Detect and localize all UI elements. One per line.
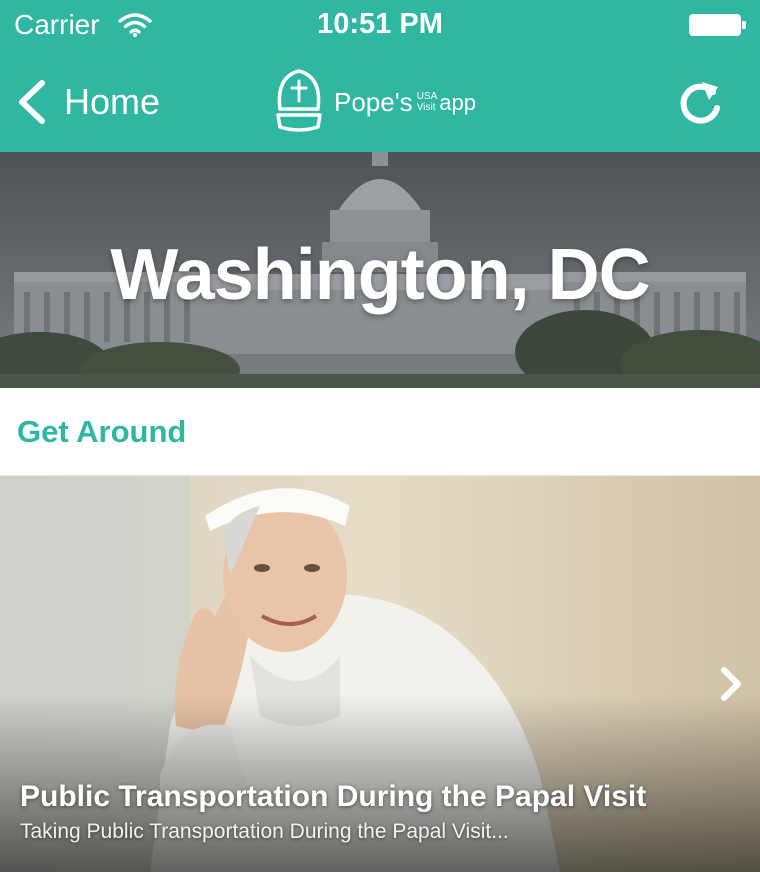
status-bar: Carrier 10:51 PM [0,0,760,52]
chevron-left-icon [19,80,45,124]
logo-usa-visit: USA Visit [417,91,438,113]
navigation-bar: Home Pope's USA Visit app [0,52,760,152]
back-button[interactable]: Home [14,74,160,130]
logo-name: Pope's [334,87,413,117]
feature-subtitle: Taking Public Transportation During the … [20,820,509,843]
city-title: Washington, DC [110,235,650,315]
logo-usa: USA [416,91,438,102]
status-time: 10:51 PM [317,8,443,40]
mitre-icon [276,69,322,132]
section-header: Get Around [0,388,760,476]
refresh-icon[interactable] [672,78,728,130]
battery-full-icon [689,14,746,36]
logo-wordmark: Pope's USA Visit app [334,89,476,115]
chevron-right-icon[interactable] [718,664,744,704]
section-title: Get Around [17,414,187,449]
app-logo: Pope's USA Visit app [268,66,476,138]
back-label: Home [64,81,161,122]
feature-card[interactable]: Public Transportation During the Papal V… [0,476,760,872]
city-banner: Washington, DC [0,152,760,388]
feature-title: Public Transportation During the Papal V… [20,780,647,813]
logo-visit: Visit [416,102,436,113]
logo-app: app [439,90,476,115]
top-bar: Carrier 10:51 PM Home Pope's USA Visit a… [0,0,760,152]
